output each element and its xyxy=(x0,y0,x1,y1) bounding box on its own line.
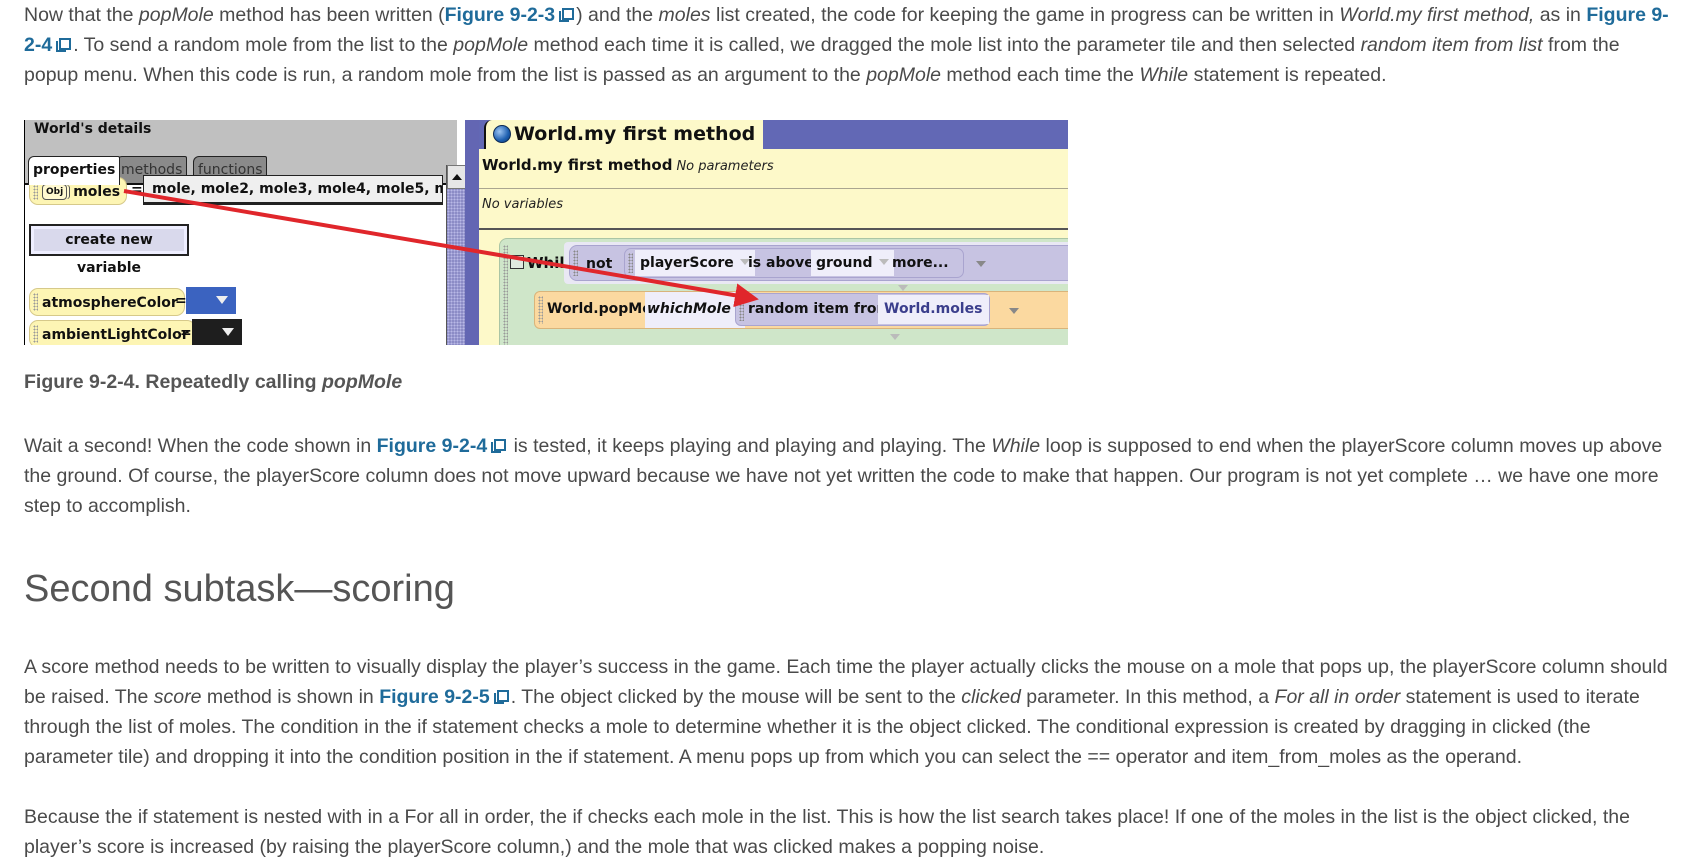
external-link-icon xyxy=(493,690,509,705)
details-panel: World's details properties methods funct… xyxy=(24,120,467,345)
create-new-variable-button[interactable]: create new variable xyxy=(29,224,189,276)
figure-caption: Figure 9-2-4. Repeatedly calling popMole xyxy=(24,371,403,393)
method-signature: World.my first method No parameters xyxy=(482,156,774,174)
moles-value-field[interactable]: mole, mole2, mole3, mole4, mole5, mole6, xyxy=(143,175,443,205)
section-heading: Second subtask—scoring xyxy=(24,568,455,610)
divider xyxy=(479,188,1068,189)
paragraph-intro: Now that the popMole method has been wri… xyxy=(24,4,1669,86)
is-above-expression-block[interactable]: playerScore is above ground more... xyxy=(624,248,964,291)
ambient-light-color-dropdown[interactable] xyxy=(192,319,242,345)
while-condition: not playerScore is above ground more... xyxy=(564,242,1068,291)
paragraph-list-search: Because the if statement is nested with … xyxy=(24,806,1630,858)
enable-checkbox[interactable] xyxy=(510,255,524,269)
parameter-label: whichMole = xyxy=(645,292,747,328)
object-list-icon: Obj xyxy=(42,184,68,200)
divider xyxy=(479,228,1068,230)
scroll-up-arrow-icon[interactable] xyxy=(447,165,467,189)
equals-sign: = xyxy=(180,325,192,341)
figure-link-9-2-4[interactable]: Figure 9-2-4 xyxy=(377,435,509,457)
more-dropdown[interactable]: more... xyxy=(887,250,963,291)
dropdown-arrow-icon xyxy=(222,328,234,336)
details-scrollbar[interactable] xyxy=(446,165,467,345)
not-expression-block[interactable]: not playerScore is above ground more... xyxy=(569,245,1068,291)
tab-properties[interactable]: properties xyxy=(28,156,121,185)
method-editor: World.my first method World.my first met… xyxy=(479,120,1068,345)
figure-link-9-2-5[interactable]: Figure 9-2-5 xyxy=(379,686,511,708)
external-link-icon xyxy=(491,439,507,454)
figure-9-2-4: World's details properties methods funct… xyxy=(24,120,1068,345)
list-dropdown[interactable]: World.moles xyxy=(878,295,989,340)
equals-sign: = xyxy=(131,182,143,198)
figure-link-9-2-3[interactable]: Figure 9-2-3 xyxy=(445,4,577,26)
method-tab[interactable]: World.my first method xyxy=(484,120,764,149)
subject-dropdown[interactable]: playerScore xyxy=(635,250,755,276)
dropdown-arrow-icon xyxy=(216,296,228,304)
ambient-light-color-tile[interactable]: ambientLightColor xyxy=(29,320,196,345)
external-link-icon xyxy=(559,8,575,23)
details-title: World's details xyxy=(34,121,152,137)
random-item-block[interactable]: random item from World.moles xyxy=(735,293,990,340)
not-dropdown-arrow-icon[interactable] xyxy=(976,261,986,267)
object-dropdown[interactable]: ground xyxy=(811,250,894,276)
atmosphere-color-dropdown[interactable] xyxy=(186,287,236,314)
external-link-icon xyxy=(56,38,72,53)
random-item-label: random item from xyxy=(748,301,892,317)
equals-sign: = xyxy=(175,293,187,309)
popmole-call-block[interactable]: World.popMole whichMole = random item fr… xyxy=(534,291,1068,340)
relation-label: is above xyxy=(748,255,814,271)
world-globe-icon xyxy=(493,125,511,143)
while-statement-block[interactable]: While not playerScore is above ground mo… xyxy=(499,238,1068,345)
call-dropdown-arrow-icon[interactable] xyxy=(1009,308,1019,314)
not-keyword: not xyxy=(586,256,613,272)
variables-label: No variables xyxy=(482,197,564,212)
paragraph-score-method: A score method needs to be written to vi… xyxy=(24,656,1668,768)
dropdown-arrow-icon xyxy=(890,334,900,340)
panel-divider[interactable] xyxy=(465,120,479,345)
atmosphere-color-tile[interactable]: atmosphereColor xyxy=(29,288,185,316)
parameters-label: No parameters xyxy=(676,159,774,174)
paragraph-wait: Wait a second! When the code shown in Fi… xyxy=(24,435,1663,517)
